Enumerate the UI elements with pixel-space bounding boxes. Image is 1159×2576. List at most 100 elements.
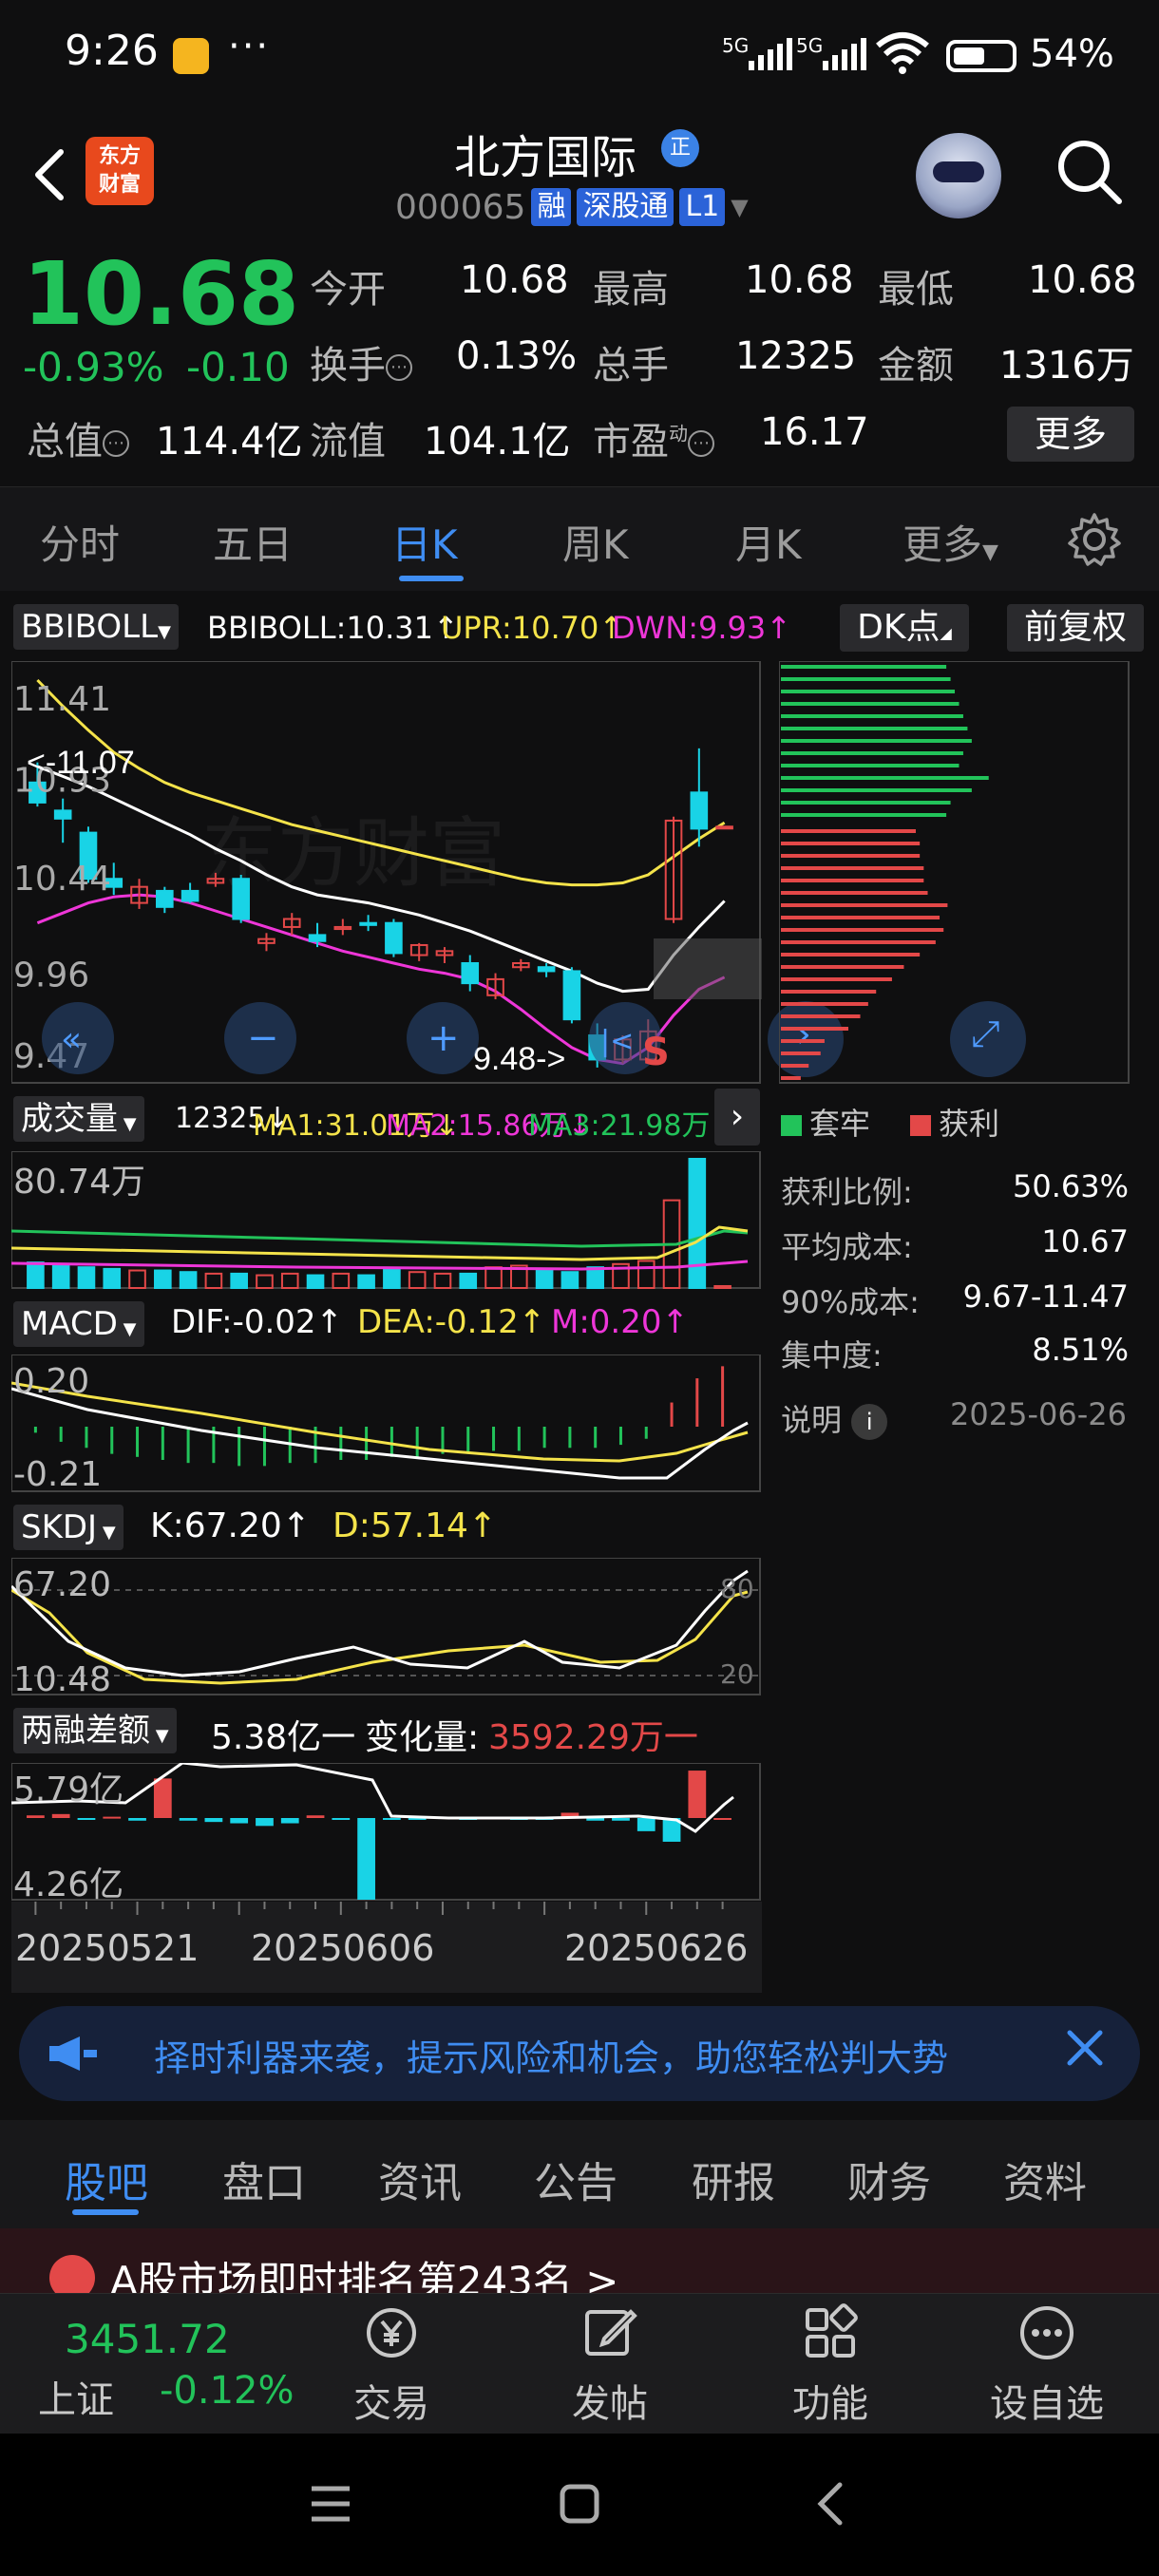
more-quote-button[interactable]: 更多 [1007, 407, 1134, 462]
candle [385, 921, 403, 955]
volume-bar [27, 1261, 45, 1289]
tab-research[interactable]: 研报 [692, 2149, 775, 2209]
tab-intraday[interactable]: 分时 [40, 513, 120, 571]
ranking-banner[interactable]: A股市场即时排名第243名 > [0, 2228, 1159, 2295]
pe-info-icon[interactable]: ⋯ [688, 430, 714, 457]
volume-bar [357, 1274, 375, 1289]
turnover-label[interactable]: 换手 ⋯ [310, 334, 412, 389]
volume-bar [128, 1269, 146, 1289]
volume-chart: 80.74万 [11, 1151, 761, 1289]
volume-bar [280, 1272, 299, 1289]
date-label-end: 20250626 [564, 1927, 748, 1969]
pe-label[interactable]: 市盈动 ⋯ [593, 410, 714, 465]
back-icon[interactable] [804, 2475, 861, 2532]
current-price-shade [654, 938, 762, 999]
zoom-out-button[interactable]: − [224, 1002, 296, 1074]
adjust-type-button[interactable]: 前复权 [1007, 604, 1144, 652]
signal-bars-2-icon [823, 38, 866, 70]
legend-profit-swatch [910, 1115, 931, 1136]
tab-profile[interactable]: 资料 [1003, 2149, 1087, 2209]
margin-bar [332, 1818, 351, 1820]
index-name[interactable]: 上证 [38, 2369, 114, 2424]
more-notifications-icon: ··· [228, 25, 271, 68]
margin-selector[interactable]: 两融差额 ▼ [13, 1708, 177, 1753]
chip-bar-profit [781, 928, 944, 932]
skdj-k: K:67.20↑ [150, 1506, 311, 1545]
volume-bar [77, 1266, 96, 1289]
stock-name: 北方国际 [454, 131, 637, 184]
ranking-icon [49, 2255, 95, 2295]
app-logo[interactable]: 东方 财富 [86, 137, 154, 205]
date-label-mid: 20250606 [251, 1927, 434, 1969]
tab-five-day[interactable]: 五日 [213, 513, 293, 571]
tab-weekly-k[interactable]: 周K [562, 513, 629, 571]
candle [562, 970, 581, 1021]
margin-balance: 5.38亿一 [211, 1718, 356, 1757]
menu-icon[interactable] [302, 2475, 359, 2532]
chip-bar-profit [781, 977, 892, 981]
date-label-start: 20250521 [15, 1927, 199, 1969]
chip-note-button[interactable]: 说明 i [781, 1396, 888, 1440]
zoom-in-button[interactable]: + [407, 1002, 479, 1074]
skdj-selector[interactable]: SKDJ ▼ [13, 1505, 124, 1550]
volume-bar [204, 1272, 223, 1289]
ad-text[interactable]: 择时利器来袭，提示风险和机会，助您轻松判大势 [154, 2029, 1047, 2081]
tab-monthly-k[interactable]: 月K [735, 513, 802, 571]
nav-functions[interactable]: 功能 [783, 2302, 878, 2428]
collapse-panel-button[interactable]: › [714, 1089, 760, 1146]
date-axis: 20250521 20250606 20250626 [11, 1902, 762, 1993]
clock: 9:26 [65, 27, 159, 75]
tab-news[interactable]: 资讯 [378, 2149, 462, 2209]
back-arrow-icon[interactable] [23, 131, 80, 217]
total-cap-info-icon[interactable]: ⋯ [103, 430, 129, 457]
active-lower-tab-underline [72, 2209, 139, 2215]
home-icon[interactable] [551, 2475, 608, 2532]
nav-add-watchlist[interactable]: 设自选 [978, 2302, 1115, 2428]
tab-forum[interactable]: 股吧 [65, 2149, 148, 2209]
macd-selector[interactable]: MACD ▼ [13, 1301, 144, 1347]
amount-label: 金额 [878, 344, 954, 388]
tab-daily-k[interactable]: 日K [391, 513, 458, 571]
index-price[interactable]: 3451.72 [65, 2316, 230, 2362]
float-cap-label: 流值 [310, 420, 386, 464]
main-indicator-selector[interactable]: BBIBOLL▼ [13, 604, 179, 650]
chip-bar-trapped [781, 739, 972, 743]
profit-ratio-label: 获利比例: [781, 1174, 913, 1210]
volume-bar [306, 1274, 325, 1289]
chip-bar-profit [781, 866, 924, 870]
index-change[interactable]: -0.12% [160, 2369, 294, 2413]
volume-bar [484, 1266, 503, 1289]
signal-type-1: 5G [722, 34, 750, 57]
close-icon[interactable] [1056, 2019, 1113, 2076]
macd-y-label-top: 0.20 [13, 1362, 89, 1401]
tab-financials[interactable]: 财务 [847, 2149, 931, 2209]
tab-more[interactable]: 更多▼ [902, 513, 998, 571]
dk-point-button[interactable]: DK点◢ [840, 604, 969, 652]
gear-icon[interactable] [1066, 511, 1123, 568]
stock-code-line[interactable]: 000065 融 深股通 L1 ▼ [395, 186, 749, 228]
turnover-info-icon[interactable]: ⋯ [386, 354, 412, 381]
low-marker-label: 9.48-> [473, 1041, 565, 1077]
tab-orderbook[interactable]: 盘口 [222, 2149, 306, 2209]
volume-selector[interactable]: 成交量 ▼ [13, 1096, 144, 1142]
candle [308, 934, 327, 942]
scroll-left-button[interactable]: « [42, 1002, 114, 1074]
nav-trade[interactable]: 交易 [344, 2302, 439, 2428]
margin-bar [636, 1818, 656, 1831]
search-icon[interactable] [1053, 135, 1125, 207]
assistant-robot-icon[interactable] [916, 133, 1001, 218]
macd-dea-line [11, 1381, 749, 1463]
speaker-icon [49, 2036, 97, 2071]
kline-chart[interactable]: 东方财富 11.4110.9310.449.969.47 <-11.07 9.4… [11, 661, 762, 1085]
nav-post[interactable]: 发帖 [562, 2302, 657, 2428]
margin-y-label-top: 5.79亿 [13, 1771, 124, 1809]
total-cap-label[interactable]: 总值 ⋯ [27, 410, 129, 465]
candle [180, 889, 200, 902]
dropdown-triangle-icon: ▼ [731, 194, 749, 220]
chip-bar-trapped [781, 677, 951, 681]
margin-chart: 5.79亿 4.26亿 [11, 1763, 761, 1902]
skdj-ref-80: 80 [720, 1573, 754, 1604]
tab-announcements[interactable]: 公告 [534, 2149, 618, 2209]
legend-trapped: 套牢 [781, 1100, 870, 1144]
margin-bar [230, 1818, 249, 1824]
